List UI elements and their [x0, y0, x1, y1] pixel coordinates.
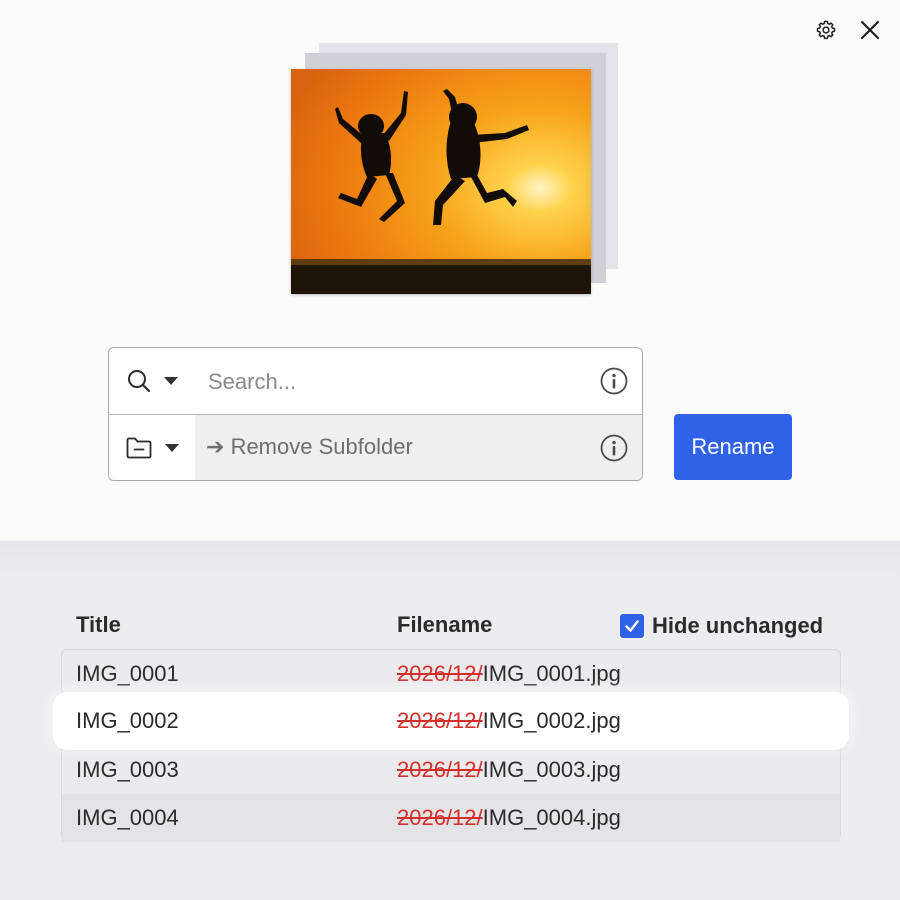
table-row[interactable]: IMG_0004 2026/12/IMG_0004.jpg	[62, 794, 840, 842]
table-row[interactable]: IMG_0003 2026/12/IMG_0003.jpg	[62, 746, 840, 794]
checkmark-icon	[625, 620, 639, 632]
rename-form: ➔ Remove Subfolder	[108, 347, 643, 481]
rule-input[interactable]: ➔ Remove Subfolder	[206, 434, 413, 460]
column-header-filename[interactable]: Filename	[397, 612, 492, 638]
removed-path: 2026/12/	[397, 757, 483, 782]
new-filename: IMG_0004.jpg	[482, 805, 621, 830]
row-filename: 2026/12/IMG_0003.jpg	[397, 757, 621, 783]
chevron-down-icon	[165, 443, 179, 452]
rule-info-button[interactable]	[600, 434, 628, 462]
preview-pane: ➔ Remove Subfolder Rename	[0, 0, 900, 541]
hide-unchanged-label: Hide unchanged	[652, 613, 824, 638]
hide-unchanged-toggle[interactable]: Hide unchanged	[620, 612, 823, 640]
chevron-down-icon	[164, 377, 178, 385]
search-input[interactable]	[206, 362, 590, 402]
new-filename: IMG_0002.jpg	[482, 708, 621, 733]
table-row-selected[interactable]: IMG_0002 2026/12/IMG_0002.jpg	[53, 692, 849, 750]
row-title: IMG_0002	[76, 708, 179, 733]
search-icon	[128, 370, 151, 393]
row-title: IMG_0004	[76, 805, 179, 830]
rule-mode-dropdown[interactable]	[109, 415, 195, 480]
close-button[interactable]	[856, 16, 884, 44]
rule-row: ➔ Remove Subfolder	[109, 415, 642, 480]
hide-unchanged-checkbox[interactable]	[620, 614, 644, 638]
new-filename: IMG_0001.jpg	[482, 661, 621, 686]
info-icon	[600, 434, 628, 462]
rule-label: Remove Subfolder	[230, 434, 413, 459]
row-title: IMG_0001	[76, 661, 179, 686]
row-title: IMG_0003	[76, 757, 179, 782]
column-header-title[interactable]: Title	[76, 612, 121, 638]
rename-button[interactable]: Rename	[674, 414, 792, 480]
new-filename: IMG_0003.jpg	[482, 757, 621, 782]
results-table: IMG_0001 2026/12/IMG_0001.jpg IMG_0002 2…	[53, 649, 849, 842]
arrow-icon: ➔	[206, 434, 225, 459]
close-icon	[860, 20, 880, 40]
table-row[interactable]: IMG_0001 2026/12/IMG_0001.jpg	[62, 650, 840, 698]
search-mode-dropdown[interactable]	[109, 348, 195, 414]
row-filename: 2026/12/IMG_0002.jpg	[397, 708, 621, 734]
gear-icon	[816, 20, 836, 40]
removed-path: 2026/12/	[397, 708, 483, 733]
info-icon	[600, 367, 628, 395]
row-filename: 2026/12/IMG_0004.jpg	[397, 805, 621, 831]
row-filename: 2026/12/IMG_0001.jpg	[397, 661, 621, 687]
removed-path: 2026/12/	[397, 661, 483, 686]
search-row	[109, 348, 642, 414]
folder-minus-icon	[126, 437, 152, 458]
preview-photo	[291, 69, 591, 294]
removed-path: 2026/12/	[397, 805, 483, 830]
settings-button[interactable]	[812, 16, 840, 44]
search-info-button[interactable]	[600, 367, 628, 395]
